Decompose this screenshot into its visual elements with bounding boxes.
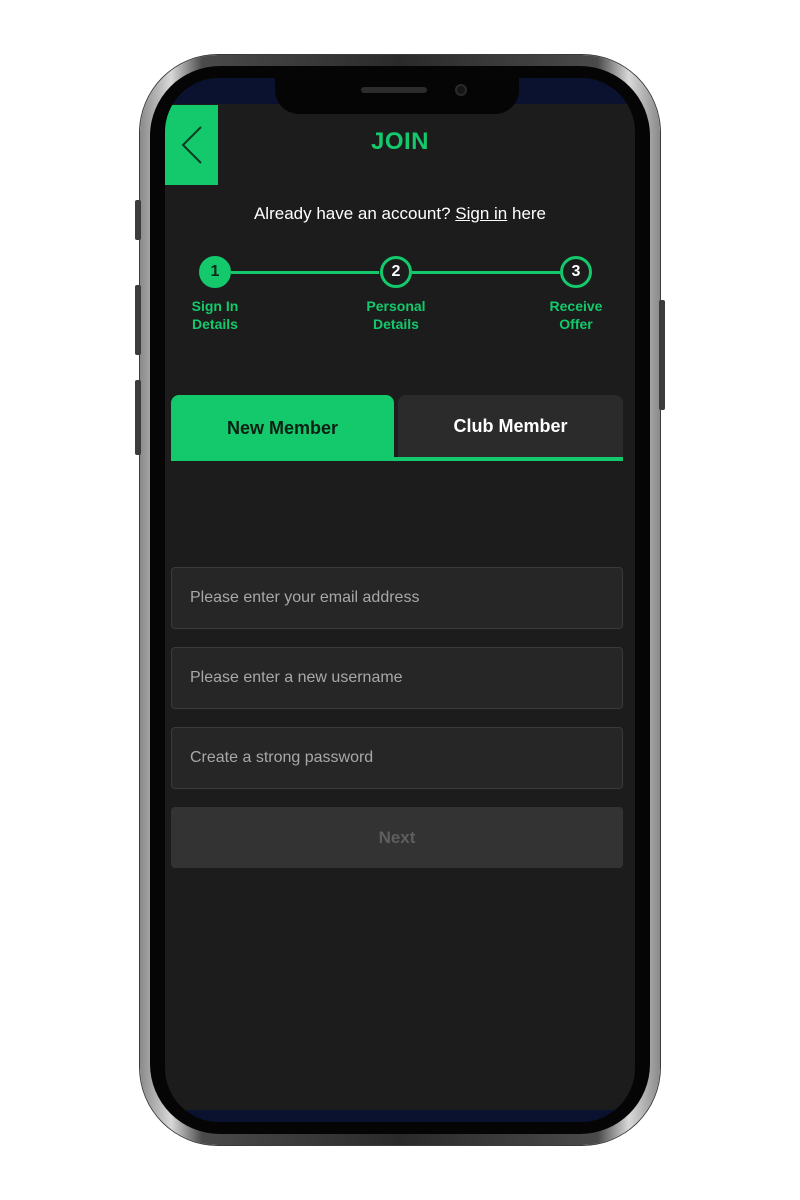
step-label-line: Details xyxy=(192,316,238,332)
next-button[interactable]: Next xyxy=(171,807,623,868)
tab-new-member[interactable]: New Member xyxy=(171,395,394,458)
home-indicator-area xyxy=(165,1110,635,1122)
step-label-line: Offer xyxy=(559,316,593,332)
username-field[interactable] xyxy=(171,647,623,709)
silent-switch xyxy=(135,200,141,240)
earpiece-speaker xyxy=(361,87,427,93)
notch xyxy=(275,78,519,114)
step-2-label: Personal Details xyxy=(351,297,441,333)
email-field[interactable] xyxy=(171,567,623,629)
page-title: JOIN xyxy=(370,128,429,155)
signin-prompt-suffix: here xyxy=(507,204,547,223)
tab-underline xyxy=(171,457,623,461)
step-1-indicator: 1 xyxy=(199,256,231,288)
signin-link[interactable]: Sign in xyxy=(455,204,507,223)
password-field[interactable] xyxy=(171,727,623,789)
volume-down-button xyxy=(135,380,141,455)
stepper-connector xyxy=(412,271,560,274)
step-2-indicator: 2 xyxy=(380,256,412,288)
signin-prompt: Already have an account? Sign in here xyxy=(165,204,635,224)
member-type-tabs: New Member Club Member xyxy=(171,395,623,461)
step-label-line: Receive xyxy=(549,298,603,314)
step-label-line: Details xyxy=(373,316,419,332)
power-button xyxy=(659,300,665,410)
front-camera xyxy=(455,84,467,96)
tab-club-member[interactable]: Club Member xyxy=(398,395,623,458)
step-3-label: Receive Offer xyxy=(531,297,621,333)
stepper-connector xyxy=(231,271,379,274)
step-label-line: Sign In xyxy=(191,298,239,314)
phone-screen: JOIN Already have an account? Sign in he… xyxy=(165,78,635,1122)
step-1-label: Sign In Details xyxy=(170,297,260,333)
step-3-indicator: 3 xyxy=(560,256,592,288)
signin-prompt-prefix: Already have an account? xyxy=(253,204,456,223)
volume-up-button xyxy=(135,285,141,355)
step-label-line: Personal xyxy=(366,298,426,314)
